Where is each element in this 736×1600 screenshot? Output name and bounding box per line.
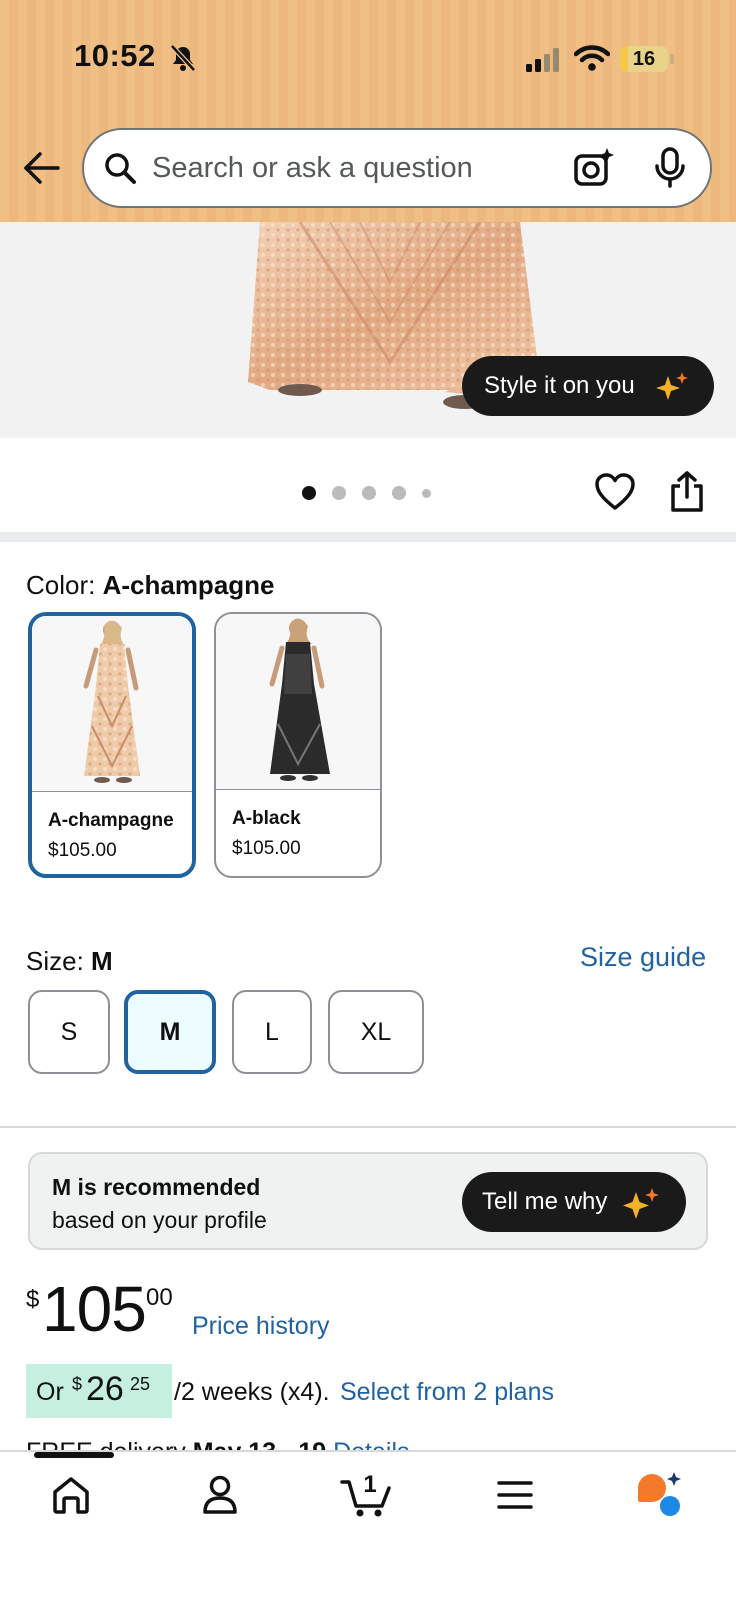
size-option-m[interactable]: M — [124, 990, 216, 1074]
heart-icon[interactable] — [594, 472, 636, 512]
color-label: Color: A-champagne — [26, 570, 275, 601]
price-history-link[interactable]: Price history — [192, 1312, 330, 1341]
price-currency: $ — [26, 1286, 40, 1313]
size-option-s[interactable]: S — [28, 990, 110, 1074]
select-plans-link[interactable]: Select from 2 plans — [340, 1378, 554, 1407]
swatch-name: A-black — [232, 808, 301, 829]
carousel-dot — [332, 486, 346, 500]
installment-period: /2 weeks (x4). — [174, 1378, 330, 1406]
wifi-icon — [574, 45, 610, 71]
search-input[interactable]: Search or ask a question — [152, 152, 473, 185]
price-whole: 105 — [42, 1273, 147, 1345]
installment-prefix: Or — [36, 1378, 64, 1406]
swatch-price: $105.00 — [48, 840, 117, 861]
swatch-name: A-champagne — [48, 810, 174, 831]
color-selected-value: A-champagne — [102, 570, 275, 600]
size-label: Size: M — [26, 946, 113, 977]
account-icon[interactable] — [200, 1474, 240, 1516]
signal-icon — [526, 48, 559, 72]
size-guide-link[interactable]: Size guide — [580, 942, 706, 973]
recommendation-title: M is recommended — [52, 1174, 261, 1200]
carousel-dot — [392, 486, 406, 500]
installment-currency: $ — [72, 1374, 83, 1394]
swatch-image — [32, 616, 192, 792]
active-tab-indicator — [34, 1452, 114, 1458]
bell-off-icon — [170, 44, 196, 72]
size-option-xl[interactable]: XL — [328, 990, 424, 1074]
sparkle-icon — [656, 372, 688, 400]
swatch-image — [216, 614, 380, 790]
size-label-prefix: Size: — [26, 946, 92, 976]
battery-level: 16 — [632, 48, 656, 70]
camera-lens-icon[interactable] — [572, 146, 616, 190]
carousel-dot — [422, 489, 431, 498]
sparkle-icon — [623, 1188, 659, 1219]
share-icon[interactable] — [668, 470, 706, 514]
battery-indicator: 16 — [620, 46, 668, 72]
carousel-dot — [362, 486, 376, 500]
size-recommendation-card: M is recommended based on your profile T… — [28, 1152, 708, 1250]
home-icon[interactable] — [50, 1474, 92, 1516]
carousel-dot-active — [302, 486, 316, 500]
status-time: 10:52 — [74, 38, 156, 73]
battery-tip — [670, 54, 674, 64]
size-selected-value: M — [91, 946, 113, 976]
microphone-icon[interactable] — [650, 146, 690, 190]
price-fraction: 00 — [146, 1284, 173, 1311]
section-divider — [0, 532, 736, 542]
color-swatch-champagne[interactable]: A-champagne $105.00 — [28, 612, 196, 878]
installment-fraction: 25 — [130, 1374, 151, 1394]
app-header: 10:52 16 Search or ask a question — [0, 0, 736, 222]
color-swatch-black[interactable]: A-black $105.00 — [214, 612, 382, 878]
assistant-chat-icon[interactable] — [636, 1470, 684, 1518]
recommendation-subtitle: based on your profile — [52, 1207, 267, 1233]
search-bar[interactable]: Search or ask a question — [82, 128, 712, 208]
installment-whole: 26 — [86, 1370, 124, 1408]
color-label-prefix: Color: — [26, 570, 103, 600]
back-arrow-icon[interactable] — [22, 148, 62, 188]
style-it-on-you-label: Style it on you — [484, 372, 635, 399]
size-option-l[interactable]: L — [232, 990, 312, 1074]
search-icon — [105, 153, 136, 184]
black-dress-image — [269, 618, 330, 781]
tell-me-why-button[interactable]: Tell me why — [462, 1172, 686, 1232]
swatch-price: $105.00 — [232, 838, 301, 859]
tell-me-why-label: Tell me why — [482, 1188, 608, 1215]
cart-icon[interactable]: 1 — [340, 1464, 392, 1518]
style-it-on-you-button[interactable]: Style it on you — [462, 356, 714, 416]
menu-icon[interactable] — [496, 1474, 534, 1516]
cart-count: 1 — [363, 1471, 376, 1498]
champagne-dress-image — [83, 620, 140, 783]
section-divider — [0, 1126, 736, 1128]
